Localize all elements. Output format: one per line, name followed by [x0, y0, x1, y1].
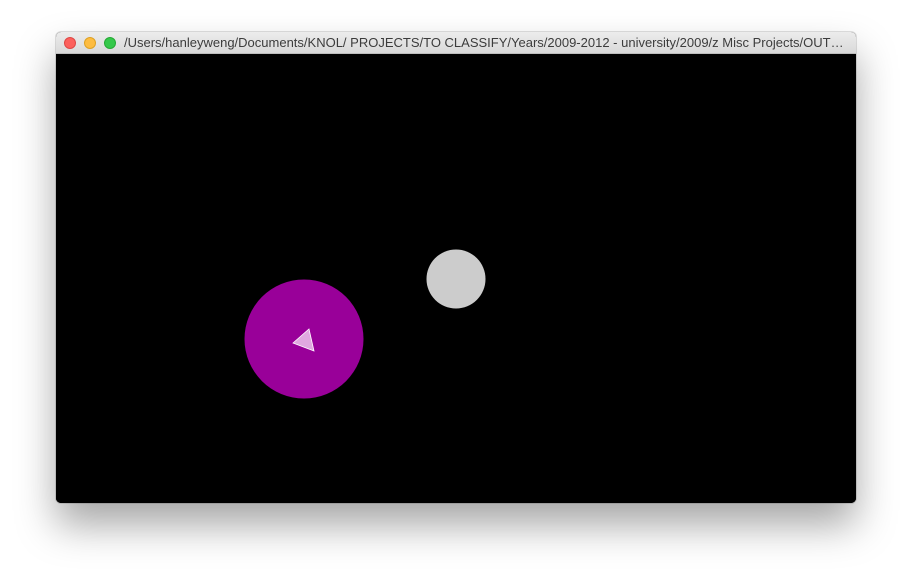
window-title: /Users/hanleyweng/Documents/KNOL/ PROJEC… — [124, 35, 848, 50]
minimize-button[interactable] — [84, 37, 96, 49]
sketch-svg — [56, 54, 856, 503]
sketch-window: /Users/hanleyweng/Documents/KNOL/ PROJEC… — [56, 32, 856, 503]
title-bar[interactable]: /Users/hanleyweng/Documents/KNOL/ PROJEC… — [56, 32, 856, 54]
orb-circle — [426, 249, 486, 309]
sketch-canvas[interactable] — [56, 54, 856, 503]
zoom-button[interactable] — [104, 37, 116, 49]
close-button[interactable] — [64, 37, 76, 49]
